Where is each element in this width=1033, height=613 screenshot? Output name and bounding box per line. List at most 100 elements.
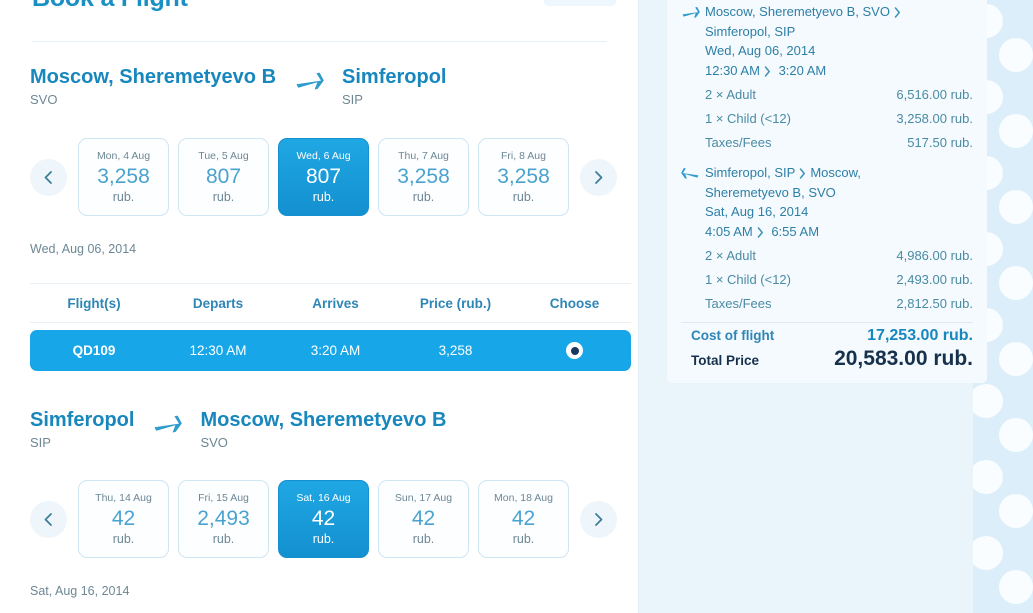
inbound-day-card[interactable]: Sun, 17 Aug 42 rub. (378, 480, 469, 558)
bubble-decoration (999, 570, 1033, 604)
day-card-currency: rub. (412, 531, 435, 546)
summary-legs: Moscow, Sheremetyevo B, SVO Simferopol, S… (681, 2, 973, 316)
inbound-prev-dates-button[interactable] (30, 500, 67, 538)
summary-leg: Simferopol, SIP Moscow, Sheremetyevo B, SV… (681, 163, 973, 241)
summary-leg-dest-part: Moscow, (810, 165, 861, 180)
day-card-currency: rub. (112, 189, 135, 204)
day-card-price: 807 (205, 164, 242, 188)
outbound-date-strip: Mon, 4 Aug 3,258 rub. Tue, 5 Aug 807 rub. Wed,… (30, 138, 630, 216)
inbound-selected-date: Sat, Aug 16, 2014 (30, 584, 130, 598)
flight-table-body: QD109 12:30 AM 3:20 AM 3,258 (30, 330, 631, 371)
summary-leg-departure-time: 12:30 AM (705, 62, 760, 78)
day-card-price: 2,493 (197, 506, 250, 530)
summary-divider (681, 322, 973, 323)
summary-leg-origin: Moscow, Sheremetyevo B, SVO (705, 4, 890, 19)
inbound-day-card[interactable]: Mon, 18 Aug 42 rub. (478, 480, 569, 558)
chevron-right-icon (595, 512, 603, 526)
inbound-day-card[interactable]: Thu, 14 Aug 42 rub. (78, 480, 169, 558)
day-card-price: 42 (511, 506, 536, 530)
summary-price-row: Taxes/Fees 2,812.50 rub. (705, 292, 973, 316)
inbound-origin-code: SIP (30, 435, 51, 450)
outbound-day-card[interactable]: Mon, 4 Aug 3,258 rub. (78, 138, 169, 216)
chevron-right-icon (764, 65, 770, 77)
cost-of-flight-row: Cost of flight 17,253.00 rub. (681, 327, 973, 345)
summary-price-row: 1 × Child (<12) 3,258.00 rub. (705, 107, 973, 131)
outbound-next-dates-button[interactable] (580, 158, 617, 196)
inbound-next-dates-button[interactable] (580, 500, 617, 538)
day-card-price: 42 (111, 506, 136, 530)
inbound-day-card[interactable]: Sat, 16 Aug 42 rub. (278, 480, 369, 558)
cost-of-flight-value: 17,253.00 rub. (867, 327, 973, 344)
flight-radio-button[interactable] (566, 342, 583, 359)
flight-number: QD109 (72, 343, 116, 358)
outbound-flight-table: Flight(s) Departs Arrives Price (rub.) Choos… (30, 283, 631, 371)
summary-price-label: 1 × Child (<12) (705, 272, 791, 287)
summary-price-label: 1 × Child (<12) (705, 111, 791, 126)
day-card-currency: rub. (212, 531, 235, 546)
summary-leg: Moscow, Sheremetyevo B, SVO Simferopol, S… (681, 2, 973, 80)
bubble-decoration (999, 266, 1033, 300)
inbound-day-cards: Thu, 14 Aug 42 rub. Fri, 15 Aug 2,493 rub. Sat… (78, 480, 569, 558)
day-card-date: Tue, 5 Aug (198, 149, 249, 162)
summary-leg-route-line1: Simferopol, SIP Moscow, (705, 163, 973, 183)
plane-left-icon (681, 163, 705, 241)
bubble-decoration (973, 536, 1003, 570)
bubble-decoration (999, 494, 1033, 528)
day-card-price: 3,258 (497, 164, 550, 188)
outbound-prev-dates-button[interactable] (30, 158, 67, 196)
day-card-currency: rub. (312, 189, 335, 204)
outbound-day-card[interactable]: Wed, 6 Aug 807 rub. (278, 138, 369, 216)
summary-leg-arrival-time: 3:20 AM (778, 62, 827, 78)
summary-leg-times: 4:05 AM 6:55 AM (705, 222, 973, 242)
day-card-price: 42 (411, 506, 436, 530)
plane-right-icon (681, 2, 705, 80)
day-card-price: 807 (305, 164, 342, 188)
radio-selected-dot (570, 346, 579, 355)
day-card-price: 42 (311, 506, 336, 530)
inbound-origin: Simferopol SIP (30, 408, 134, 452)
inbound-destination: Moscow, Sheremetyevo B SVO (200, 408, 446, 452)
page-title: Book a Flight (32, 0, 188, 13)
summary-leg-text: Moscow, Sheremetyevo B, SVO Simferopol, S… (705, 2, 973, 80)
column-header: Flight(s) (67, 295, 121, 311)
day-card-currency: rub. (512, 531, 535, 546)
summary-leg-spacer (681, 155, 973, 163)
inbound-day-card[interactable]: Fri, 15 Aug 2,493 rub. (178, 480, 269, 558)
day-card-date: Mon, 4 Aug (96, 149, 151, 162)
outbound-origin: Moscow, Sheremetyevo B SVO (30, 65, 276, 109)
plane-right-icon (152, 413, 183, 437)
summary-leg-departure-time: 4:05 AM (705, 223, 753, 239)
column-header: Price (rub.) (419, 295, 492, 311)
outbound-origin-code: SVO (30, 92, 58, 107)
outbound-day-card[interactable]: Thu, 7 Aug 3,258 rub. (378, 138, 469, 216)
day-card-price: 3,258 (397, 164, 450, 188)
outbound-day-cards: Mon, 4 Aug 3,258 rub. Tue, 5 Aug 807 rub. Wed,… (78, 138, 569, 216)
summary-leg-route-line2: Sheremetyevo B, SVO (705, 184, 836, 200)
outbound-destination-city: Simferopol (342, 66, 447, 88)
summary-price-row: 1 × Child (<12) 2,493.00 rub. (705, 268, 973, 292)
inbound-destination-code: SVO (200, 435, 228, 450)
summary-leg-origin: Simferopol, SIP (705, 165, 796, 180)
inbound-origin-city: Simferopol (30, 409, 135, 431)
summary-leg-date: Wed, Aug 06, 2014 (705, 43, 816, 58)
outbound-day-card[interactable]: Tue, 5 Aug 807 rub. (178, 138, 269, 216)
booking-main-card: Book a Flight Moscow, Sheremetyevo B SVO… (0, 0, 639, 613)
day-card-currency: rub. (512, 189, 535, 204)
summary-price-row: 2 × Adult 4,986.00 rub. (705, 244, 973, 268)
choose-cell[interactable] (518, 342, 631, 359)
total-price-label: Total Price (691, 353, 760, 368)
day-card-date: Fri, 8 Aug (501, 149, 546, 162)
arrival-time: 3:20 AM (310, 343, 361, 358)
header-action-pill[interactable] (544, 0, 616, 6)
summary-leg-price-rows: 2 × Adult 4,986.00 rub. 1 × Child (<12) 2,4… (705, 244, 973, 316)
bubble-decoration (999, 38, 1033, 72)
outbound-day-card[interactable]: Fri, 8 Aug 3,258 rub. (478, 138, 569, 216)
day-card-currency: rub. (212, 189, 235, 204)
summary-price-value: 4,986.00 rub. (896, 248, 973, 263)
flight-table-row[interactable]: QD109 12:30 AM 3:20 AM 3,258 (30, 330, 631, 371)
column-header: Choose (549, 295, 600, 311)
total-price-value: 20,583.00 rub. (834, 347, 973, 370)
title-divider (32, 41, 607, 42)
chevron-right-icon (757, 226, 763, 238)
summary-price-value: 3,258.00 rub. (896, 111, 973, 126)
